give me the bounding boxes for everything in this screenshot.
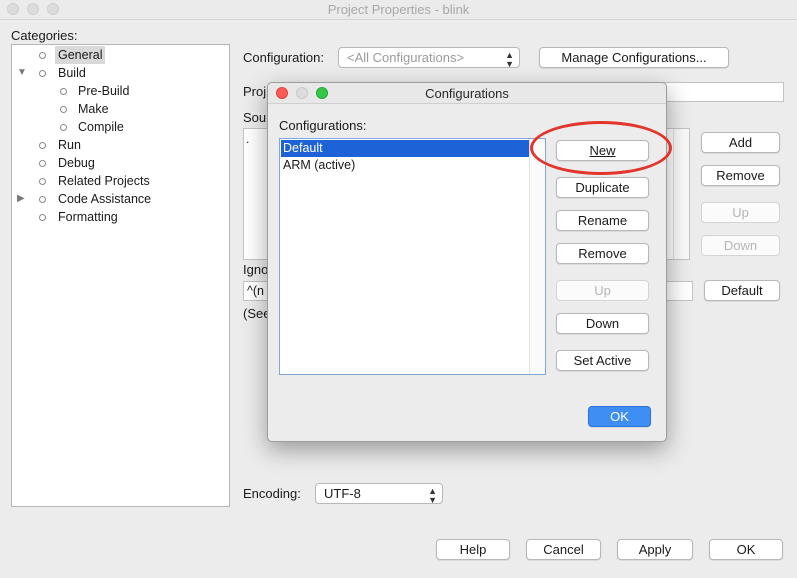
dialog-ok-button[interactable]: OK bbox=[588, 406, 651, 427]
bullet-icon bbox=[39, 142, 46, 149]
list-item[interactable]: ARM (active) bbox=[281, 157, 529, 174]
configuration-select-value: <All Configurations> bbox=[347, 50, 465, 65]
tree-item-build[interactable]: ▼ Build bbox=[12, 64, 229, 82]
ignore-label: Igno bbox=[243, 262, 269, 277]
remove-source-button[interactable]: Remove bbox=[701, 165, 780, 186]
tree-item-debug[interactable]: Debug bbox=[12, 154, 229, 172]
bullet-icon bbox=[39, 178, 46, 185]
configurations-scrollbar[interactable] bbox=[529, 139, 545, 374]
tree-item-pre-build[interactable]: Pre-Build bbox=[12, 82, 229, 100]
tree-item-label: Build bbox=[58, 66, 86, 80]
bullet-icon bbox=[60, 124, 67, 131]
down-source-button[interactable]: Down bbox=[701, 235, 780, 256]
bullet-icon bbox=[39, 160, 46, 167]
help-button[interactable]: Help bbox=[436, 539, 510, 560]
bullet-icon bbox=[60, 106, 67, 113]
tree-item-make[interactable]: Make bbox=[12, 100, 229, 118]
remove-button[interactable]: Remove bbox=[556, 243, 649, 264]
cancel-button[interactable]: Cancel bbox=[526, 539, 601, 560]
encoding-label: Encoding: bbox=[243, 486, 301, 501]
tree-item-label: Run bbox=[58, 138, 81, 152]
collapsed-arrow-icon[interactable]: ▶ bbox=[17, 190, 25, 208]
highlight-annotation bbox=[530, 121, 672, 175]
expanded-arrow-icon[interactable]: ▼ bbox=[17, 64, 27, 82]
tree-item-label: Code Assistance bbox=[58, 192, 152, 206]
configurations-list[interactable]: Default ARM (active) bbox=[279, 138, 546, 375]
source-label: Sou bbox=[243, 110, 267, 125]
dialog-title-bar: Configurations bbox=[268, 83, 666, 104]
tree-item-related-projects[interactable]: Related Projects bbox=[12, 172, 229, 190]
ok-button[interactable]: OK bbox=[709, 539, 783, 560]
add-button[interactable]: Add bbox=[701, 132, 780, 153]
categories-tree[interactable]: General ▼ Build Pre-Build Make Compile R… bbox=[11, 44, 230, 507]
project-field[interactable] bbox=[660, 82, 784, 102]
window-title-bar: Project Properties - blink bbox=[0, 0, 797, 20]
window-title: Project Properties - blink bbox=[327, 2, 470, 17]
bullet-icon bbox=[60, 88, 67, 95]
dialog-title: Configurations bbox=[425, 86, 509, 101]
apply-button[interactable]: Apply bbox=[617, 539, 693, 560]
tree-item-run[interactable]: Run bbox=[12, 136, 229, 154]
chevron-up-down-icon: ▲ ▼ bbox=[428, 486, 437, 505]
ignore-pattern-value: ^(n bbox=[247, 284, 264, 298]
list-item[interactable]: Default bbox=[281, 140, 529, 157]
bullet-icon bbox=[39, 196, 46, 203]
tree-item-label: Related Projects bbox=[58, 174, 150, 188]
tree-item-label: Formatting bbox=[58, 210, 118, 224]
tree-item-label: Pre-Build bbox=[78, 84, 130, 98]
up-button[interactable]: Up bbox=[556, 280, 649, 301]
bullet-icon bbox=[39, 214, 46, 221]
set-active-button[interactable]: Set Active bbox=[556, 350, 649, 371]
tree-item-label: Compile bbox=[78, 120, 124, 134]
source-scrollbar[interactable] bbox=[673, 129, 689, 259]
bullet-icon bbox=[39, 52, 46, 59]
categories-label: Categories: bbox=[11, 28, 78, 43]
encoding-select-value: UTF-8 bbox=[324, 486, 361, 501]
project-label: Proj bbox=[243, 84, 267, 99]
tree-item-general[interactable]: General bbox=[12, 46, 229, 64]
chevron-up-down-icon: ▲ ▼ bbox=[505, 50, 514, 69]
configurations-list-label: Configurations: bbox=[279, 118, 367, 133]
manage-configurations-button[interactable]: Manage Configurations... bbox=[539, 47, 729, 68]
encoding-select[interactable]: UTF-8 ▲ ▼ bbox=[315, 483, 443, 505]
bullet-icon bbox=[39, 70, 46, 77]
tree-item-label: Make bbox=[78, 102, 109, 116]
source-list-row[interactable]: . bbox=[246, 132, 249, 146]
duplicate-button[interactable]: Duplicate bbox=[556, 177, 649, 198]
up-source-button[interactable]: Up bbox=[701, 202, 780, 223]
tree-item-compile[interactable]: Compile bbox=[12, 118, 229, 136]
configuration-select[interactable]: <All Configurations> ▲ ▼ bbox=[338, 47, 520, 69]
default-button[interactable]: Default bbox=[704, 280, 780, 301]
tree-item-code-assistance[interactable]: ▶ Code Assistance bbox=[12, 190, 229, 208]
tree-item-label: General bbox=[55, 46, 106, 64]
down-button[interactable]: Down bbox=[556, 313, 649, 334]
rename-button[interactable]: Rename bbox=[556, 210, 649, 231]
tree-item-label: Debug bbox=[58, 156, 95, 170]
tree-item-formatting[interactable]: Formatting bbox=[12, 208, 229, 226]
configuration-label: Configuration: bbox=[243, 50, 324, 65]
